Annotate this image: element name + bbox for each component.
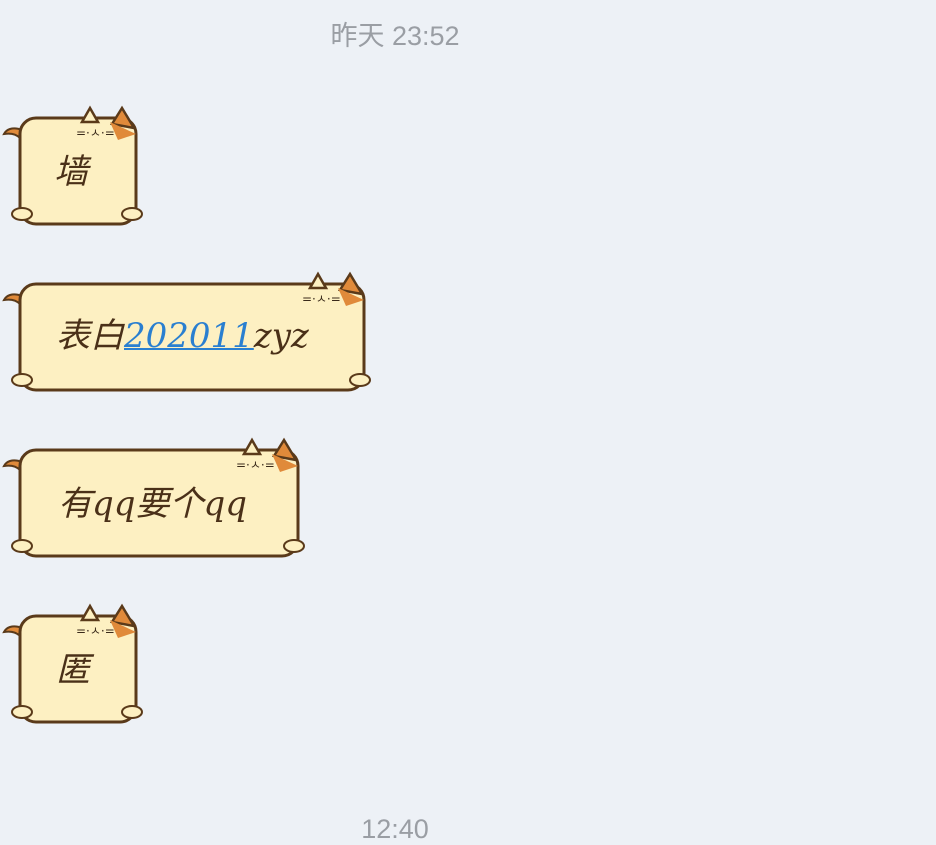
timestamp-yesterday: 昨天 23:52	[330, 21, 460, 51]
svg-text:=·ㅅ·=: =·ㅅ·=	[302, 292, 341, 306]
message-text: 有qq要个qq	[58, 484, 248, 524]
chat-message-bubble[interactable]: =·ㅅ·= 匿	[0, 598, 150, 728]
message-link[interactable]: 202011	[124, 316, 254, 356]
svg-text:=·ㅅ·=: =·ㅅ·=	[76, 624, 115, 638]
svg-text:=·ㅅ·=: =·ㅅ·=	[76, 126, 115, 140]
svg-text:=·ㅅ·=: =·ㅅ·=	[236, 458, 275, 472]
chat-message-bubble[interactable]: =·ㅅ·= 有qq要个qq	[0, 432, 310, 562]
chat-message-bubble[interactable]: =·ㅅ·= 表白202011zyz	[0, 266, 380, 396]
message-text: 墙	[54, 152, 88, 192]
timestamp-today: 12:40	[361, 814, 429, 844]
message-text-prefix: 表白	[56, 316, 124, 356]
message-text: 表白202011zyz	[56, 316, 309, 356]
message-text-suffix: zyz	[253, 316, 309, 356]
chat-message-bubble[interactable]: =·ㅅ·= 墙	[0, 100, 150, 230]
message-text: 匿	[56, 650, 90, 690]
